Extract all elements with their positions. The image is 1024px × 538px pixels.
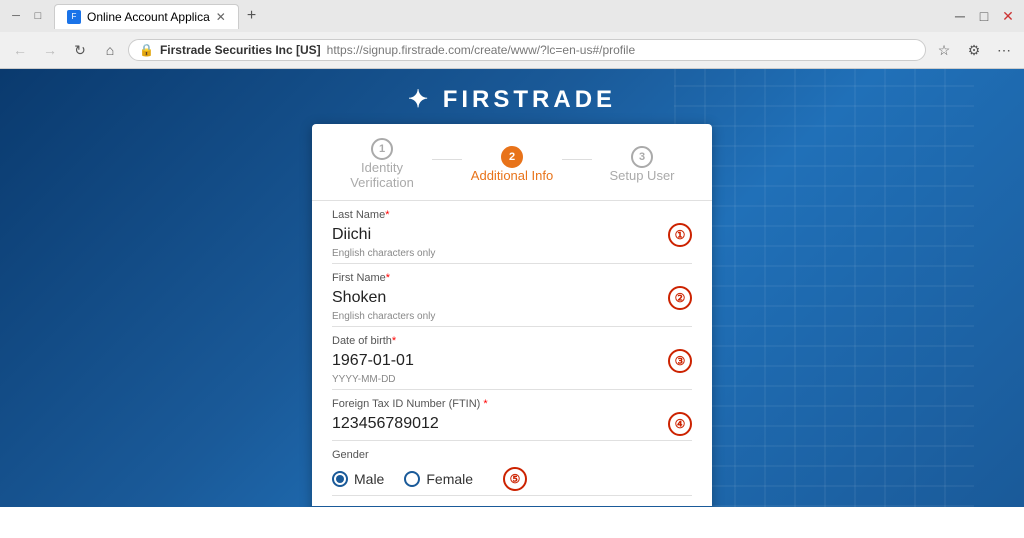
last-name-label: Last Name* [332, 209, 692, 221]
title-bar: ─ □ F Online Account Applica ✕ + ─ □ ✕ [0, 0, 1024, 32]
tab-bar: F Online Account Applica ✕ + [54, 2, 944, 30]
logo-area: ✦ FIRSTRADE [408, 85, 616, 114]
last-name-value[interactable]: Diichi ① [332, 223, 692, 247]
first-name-label: First Name* [332, 272, 692, 284]
step-divider-1 [432, 159, 462, 160]
form-card: 1 Identity Verification 2 Additional Inf… [312, 124, 712, 507]
ftin-label: Foreign Tax ID Number (FTIN) * [332, 398, 692, 410]
tab-close-button[interactable]: ✕ [216, 10, 226, 24]
dob-group: Date of birth* 1967-01-01 ③ YYYY-MM-DD [332, 327, 692, 390]
home-button[interactable]: ⌂ [98, 38, 122, 62]
step-1[interactable]: 1 Identity Verification [332, 138, 432, 190]
female-option[interactable]: Female [404, 471, 473, 487]
dob-hint: YYYY-MM-DD [332, 374, 692, 385]
minimize-button[interactable]: ─ [8, 8, 24, 24]
dob-label: Date of birth* [332, 335, 692, 347]
lock-icon: 🔒 [139, 43, 154, 57]
win-minimize-button[interactable]: ─ [952, 8, 968, 24]
tab-title: Online Account Applica [87, 10, 210, 24]
step-3[interactable]: 3 Setup User [592, 146, 692, 183]
gender-label: Gender [332, 449, 692, 461]
step-2-circle: 2 [501, 146, 523, 168]
new-tab-button[interactable]: + [239, 2, 264, 30]
back-button[interactable]: ← [8, 38, 32, 62]
window-controls-right: ─ □ ✕ [952, 8, 1016, 24]
steps-header: 1 Identity Verification 2 Additional Inf… [312, 124, 712, 201]
step-3-circle: 3 [631, 146, 653, 168]
last-name-hint: English characters only [332, 248, 692, 259]
first-name-value[interactable]: Shoken ② [332, 286, 692, 310]
badge-1: ① [668, 223, 692, 247]
address-url: https://signup.firstrade.com/create/www/… [327, 43, 635, 57]
step-2[interactable]: 2 Additional Info [462, 146, 562, 183]
badge-5: ⑤ [503, 467, 527, 491]
address-section-header: Legal Residential Address [312, 506, 712, 507]
gender-section: Gender Male Female ⑤ [332, 441, 692, 496]
form-body: Last Name* Diichi ① English characters o… [312, 201, 712, 506]
badge-2: ② [668, 286, 692, 310]
step-1-label: Identity Verification [350, 160, 414, 190]
ftin-value[interactable]: 123456789012 ④ [332, 412, 692, 436]
address-bar[interactable]: 🔒 Firstrade Securities Inc [US] https://… [128, 39, 926, 61]
bookmark-button[interactable]: ☆ [932, 38, 956, 62]
active-tab[interactable]: F Online Account Applica ✕ [54, 4, 239, 29]
maximize-button[interactable]: □ [30, 8, 46, 24]
address-bar-row: ← → ↻ ⌂ 🔒 Firstrade Securities Inc [US] … [0, 32, 1024, 68]
ftin-group: Foreign Tax ID Number (FTIN) * 123456789… [332, 390, 692, 441]
last-name-group: Last Name* Diichi ① English characters o… [332, 201, 692, 264]
gender-options: Male Female ⑤ [332, 467, 692, 491]
page-content: ✦ FIRSTRADE 1 Identity Verification 2 [0, 69, 1024, 507]
win-restore-button[interactable]: □ [976, 8, 992, 24]
badge-4: ④ [668, 412, 692, 436]
step-divider-2 [562, 159, 592, 160]
male-option[interactable]: Male [332, 471, 384, 487]
extensions-button[interactable]: ⚙ [962, 38, 986, 62]
female-label: Female [426, 471, 473, 487]
browser-chrome: ─ □ F Online Account Applica ✕ + ─ □ ✕ [0, 0, 1024, 69]
address-site: Firstrade Securities Inc [US] [160, 43, 321, 57]
forward-button[interactable]: → [38, 38, 62, 62]
step-1-circle: 1 [371, 138, 393, 160]
dob-value[interactable]: 1967-01-01 ③ [332, 349, 692, 373]
step-3-label: Setup User [609, 168, 674, 183]
menu-button[interactable]: ⋯ [992, 38, 1016, 62]
logo-text: ✦ FIRSTRADE [408, 85, 616, 114]
male-label: Male [354, 471, 384, 487]
refresh-button[interactable]: ↻ [68, 38, 92, 62]
window-controls-left: ─ □ [8, 8, 46, 24]
win-close-button[interactable]: ✕ [1000, 8, 1016, 24]
first-name-hint: English characters only [332, 311, 692, 322]
first-name-group: First Name* Shoken ② English characters … [332, 264, 692, 327]
tab-favicon: F [67, 10, 81, 24]
badge-3: ③ [668, 349, 692, 373]
male-radio[interactable] [332, 471, 348, 487]
step-2-label: Additional Info [471, 168, 553, 183]
female-radio[interactable] [404, 471, 420, 487]
